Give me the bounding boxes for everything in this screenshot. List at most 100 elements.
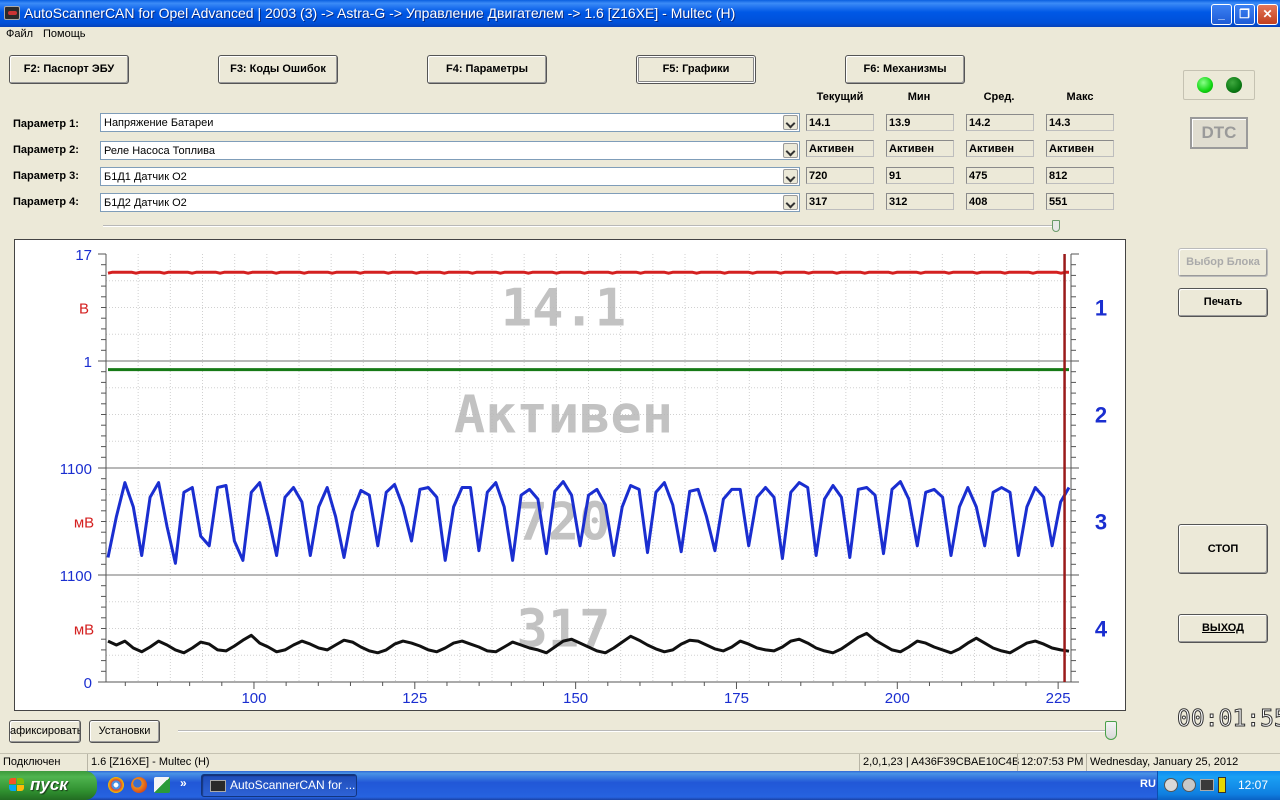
- chevron-down-icon[interactable]: [783, 195, 798, 210]
- param3-current: 720: [806, 167, 874, 184]
- network-icon[interactable]: [1182, 778, 1196, 792]
- chevron-down-icon[interactable]: [783, 169, 798, 184]
- dtc-indicator[interactable]: DTC: [1190, 117, 1248, 149]
- fix-button[interactable]: афиксировать: [9, 720, 81, 743]
- param3-avg: 475: [966, 167, 1034, 184]
- series-line-param-1: [107, 270, 1069, 275]
- lane-top-label: 1100: [60, 461, 92, 478]
- param3-select[interactable]: Б1Д1 Датчик O2: [100, 167, 800, 186]
- error-codes-button[interactable]: F3: Коды Ошибок: [218, 55, 338, 84]
- lane-overlay-value: Активен: [454, 386, 673, 446]
- param1-value: Напряжение Батареи: [104, 117, 214, 129]
- param2-max: Активен: [1046, 140, 1114, 157]
- zoom-slider-track[interactable]: [178, 730, 1113, 732]
- param4-current: 317: [806, 193, 874, 210]
- header-avg: Сред.: [983, 91, 1015, 103]
- restore-button[interactable]: ❐: [1234, 4, 1255, 25]
- chevron-down-icon[interactable]: [783, 143, 798, 158]
- time-slider-track[interactable]: [103, 225, 1058, 227]
- taskbar-item-label: AutoScannerCAN for ...: [230, 778, 356, 792]
- status-version: 2,0,1,23 | A436F39CBAE10C4B: [859, 754, 1019, 771]
- param1-min: 13.9: [886, 114, 954, 131]
- title-bar[interactable]: AutoScannerCAN for Opel Advanced | 2003 …: [0, 0, 1280, 27]
- param1-avg: 14.2: [966, 114, 1034, 131]
- x-tick-label: 125: [402, 690, 427, 707]
- param1-current: 14.1: [806, 114, 874, 131]
- x-tick-label: 100: [241, 690, 266, 707]
- param2-min: Активен: [886, 140, 954, 157]
- status-date: Wednesday, January 25, 2012: [1086, 754, 1280, 771]
- print-button[interactable]: Печать: [1178, 288, 1268, 317]
- graph-panel[interactable]: 100 125 150 175 200 225 14.1 Активен 720 317 17 В 1 1…: [14, 239, 1126, 711]
- taskbar: пуск » AutoScannerCAN for ... RU 12:07: [0, 771, 1280, 800]
- param3-value: Б1Д1 Датчик O2: [104, 171, 187, 183]
- menu-file[interactable]: Файл: [6, 28, 33, 40]
- param1-label: Параметр 1:: [13, 118, 79, 130]
- lane-overlay-value: 14.1: [501, 279, 626, 339]
- mechanisms-button[interactable]: F6: Механизмы: [845, 55, 965, 84]
- time-slider-thumb[interactable]: [1052, 220, 1060, 232]
- graph-svg: 100 125 150 175 200 22514.1Активен72031717В 11…: [60, 247, 1108, 707]
- lane-top-label: 1100: [60, 568, 92, 585]
- param4-label: Параметр 4:: [13, 196, 79, 208]
- stop-button[interactable]: СТОП: [1178, 524, 1268, 574]
- led-rx-icon: [1197, 77, 1213, 93]
- taskbar-item-autoscanner[interactable]: AutoScannerCAN for ...: [201, 774, 357, 797]
- param1-max: 14.3: [1046, 114, 1114, 131]
- graphs-button[interactable]: F5: Графики: [636, 55, 756, 84]
- image-viewer-icon[interactable]: [154, 777, 170, 793]
- param2-label: Параметр 2:: [13, 144, 79, 156]
- app-icon: [210, 780, 226, 792]
- zoom-slider-thumb[interactable]: [1105, 721, 1117, 740]
- lane-unit-label: мВ: [74, 515, 94, 532]
- status-connection: Подключен: [3, 756, 61, 768]
- param2-select[interactable]: Реле Насоса Топлива: [100, 141, 800, 160]
- quicklaunch-more[interactable]: »: [180, 776, 187, 790]
- x-tick-label: 175: [724, 690, 749, 707]
- param4-max: 551: [1046, 193, 1114, 210]
- battery-icon[interactable]: [1218, 777, 1226, 793]
- header-min: Мин: [907, 91, 931, 103]
- lane-number: 3: [1095, 510, 1107, 535]
- lane-number: 2: [1095, 403, 1107, 428]
- select-block-button[interactable]: Выбор Блока: [1178, 248, 1268, 277]
- param3-min: 91: [886, 167, 954, 184]
- x-tick-label: 150: [563, 690, 588, 707]
- lane-unit-label: В: [79, 301, 89, 318]
- chevron-down-icon[interactable]: [783, 115, 798, 130]
- session-timer: 00:01:55: [1177, 706, 1280, 733]
- chrome-icon[interactable]: [108, 777, 124, 793]
- led-tx-icon: [1226, 77, 1242, 93]
- minimize-button[interactable]: _: [1211, 4, 1232, 25]
- back-arrow-icon[interactable]: [1164, 778, 1178, 792]
- param4-min: 312: [886, 193, 954, 210]
- param4-select[interactable]: Б1Д2 Датчик O2: [100, 193, 800, 212]
- passport-ecu-button[interactable]: F2: Паспорт ЭБУ: [9, 55, 129, 84]
- param2-avg: Активен: [966, 140, 1034, 157]
- param4-value: Б1Д2 Датчик O2: [104, 197, 187, 209]
- x-tick-label: 200: [885, 690, 910, 707]
- app-icon: [4, 6, 20, 20]
- lane-bottom-label: 0: [84, 675, 92, 692]
- clock: 12:07: [1237, 778, 1268, 792]
- monitor-icon[interactable]: [1200, 779, 1214, 791]
- language-indicator[interactable]: RU: [1140, 778, 1156, 790]
- settings-button[interactable]: Установки: [89, 720, 160, 743]
- param1-select[interactable]: Напряжение Батареи: [100, 113, 800, 132]
- close-button[interactable]: ✕: [1257, 4, 1278, 25]
- start-button[interactable]: пуск: [0, 771, 97, 800]
- x-tick-label: 225: [1046, 690, 1071, 707]
- system-tray: 12:07: [1157, 771, 1280, 800]
- parameters-button[interactable]: F4: Параметры: [427, 55, 547, 84]
- status-time: 12:07:53 PM: [1017, 754, 1085, 771]
- menu-bar: Файл Помощь: [0, 27, 1280, 45]
- menu-help[interactable]: Помощь: [43, 28, 86, 40]
- lane-overlay-value: 720: [517, 493, 611, 553]
- status-ecu: 1.6 [Z16XE] - Multec (H): [87, 754, 857, 771]
- exit-button[interactable]: ВЫХОД: [1178, 614, 1268, 643]
- lane-top-label: 1: [84, 354, 92, 371]
- status-bar: Подключен 1.6 [Z16XE] - Multec (H) 2,0,1…: [0, 753, 1280, 771]
- firefox-icon[interactable]: [131, 777, 147, 793]
- param2-current: Активен: [806, 140, 874, 157]
- param3-label: Параметр 3:: [13, 170, 79, 182]
